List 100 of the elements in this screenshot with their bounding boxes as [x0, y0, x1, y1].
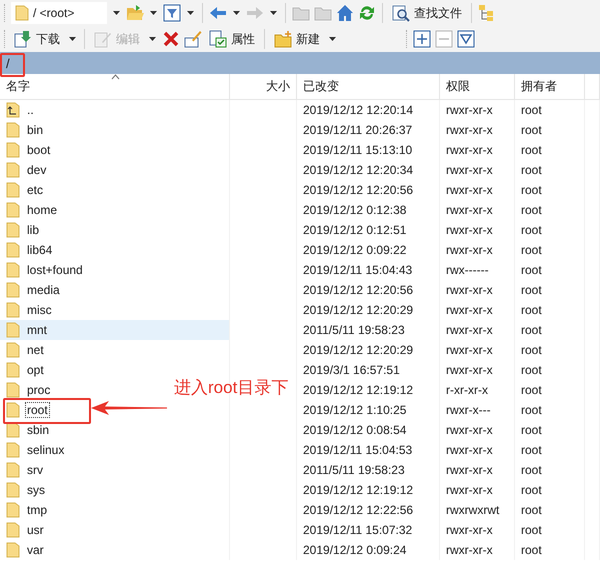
table-cell: root — [515, 400, 585, 420]
folder-icon — [6, 282, 20, 298]
table-cell: root — [515, 340, 585, 360]
caret-icon[interactable] — [69, 37, 76, 41]
table-cell: root — [515, 520, 585, 540]
file-name-cell[interactable]: net — [6, 342, 46, 358]
file-name-cell[interactable]: .. — [6, 102, 36, 118]
annotation-text: 进入root目录下 — [174, 377, 288, 399]
folder-icon — [6, 482, 20, 498]
table-cell: root — [515, 540, 585, 560]
file-name-cell[interactable]: bin — [6, 122, 46, 138]
file-name-cell[interactable]: var — [6, 542, 46, 558]
file-name-cell[interactable]: media — [6, 282, 62, 298]
table-cell: 2019/12/12 12:20:56 — [297, 180, 440, 200]
file-name-cell[interactable]: sys — [6, 482, 47, 498]
table-cell: rwxr-xr-x — [440, 440, 515, 460]
home-icon[interactable] — [336, 4, 354, 22]
caret-icon[interactable] — [187, 11, 194, 15]
plus-icon[interactable] — [413, 30, 431, 48]
table-cell: root — [515, 120, 585, 140]
file-name-cell[interactable]: usr — [6, 522, 46, 538]
table-cell: root — [515, 280, 585, 300]
table-cell: rwxr-xr-x — [440, 540, 515, 560]
back-arrow-icon[interactable] — [209, 4, 227, 22]
caret-icon[interactable] — [150, 11, 157, 15]
toolbar-button[interactable]: 属性 — [206, 28, 258, 50]
rename-icon[interactable] — [184, 30, 202, 48]
table-cell: root — [515, 500, 585, 520]
table-cell: root — [515, 380, 585, 400]
file-name-cell[interactable]: dev — [6, 162, 48, 178]
delete-icon[interactable] — [162, 30, 180, 48]
filter-icon[interactable] — [457, 30, 475, 48]
toolbar-button[interactable]: 新建 — [271, 28, 323, 50]
table-cell: rwxr-xr-x — [440, 520, 515, 540]
file-name-cell[interactable]: selinux — [6, 442, 66, 458]
properties-icon[interactable] — [209, 30, 227, 48]
table-cell: 2019/12/11 15:04:43 — [297, 260, 440, 280]
folder-icon — [6, 422, 20, 438]
file-name-cell[interactable]: proc — [6, 382, 52, 398]
table-cell: root — [515, 480, 585, 500]
parent-folder-icon — [6, 102, 20, 118]
folder-icon — [6, 142, 20, 158]
folder-icon — [6, 362, 20, 378]
table-cell: root — [515, 140, 585, 160]
refresh-icon[interactable] — [358, 4, 376, 22]
column-header[interactable]: 已改变 — [297, 74, 440, 99]
find-files-button[interactable]: 查找文件 — [389, 2, 465, 24]
tree-icon[interactable] — [478, 4, 496, 22]
folder-icon — [6, 342, 20, 358]
file-name-cell[interactable]: sbin — [6, 422, 52, 438]
filter-icon[interactable] — [163, 4, 181, 22]
address-combo[interactable]: / <root> — [11, 2, 107, 24]
caret-icon[interactable] — [329, 37, 336, 41]
current-path: / — [6, 56, 10, 70]
file-name-cell[interactable]: mnt — [6, 322, 50, 338]
table-cell: 2019/12/12 0:12:51 — [297, 220, 440, 240]
file-name-cell[interactable]: srv — [6, 462, 45, 478]
folder-icon — [6, 182, 20, 198]
table-cell: rwxrwxrwt — [440, 500, 515, 520]
column-header[interactable]: 大小 — [230, 74, 297, 99]
file-name-cell[interactable]: boot — [6, 142, 52, 158]
search-icon[interactable] — [392, 4, 410, 22]
table-cell: 2019/12/11 20:26:37 — [297, 120, 440, 140]
folder-icon — [6, 262, 20, 278]
file-name-cell[interactable]: lib64 — [6, 242, 54, 258]
table-cell: 2019/3/1 16:57:51 — [297, 360, 440, 380]
file-name-cell[interactable]: opt — [6, 362, 46, 378]
file-name-cell[interactable]: lost+found — [6, 262, 85, 278]
toolbar-button[interactable]: 下载 — [11, 28, 63, 50]
folder-icon — [6, 462, 20, 478]
file-name-cell[interactable]: tmp — [6, 502, 50, 518]
caret-icon[interactable] — [270, 11, 277, 15]
column-header[interactable]: 拥有者 — [515, 74, 585, 99]
table-cell: 2019/12/12 12:19:12 — [297, 380, 440, 400]
table-cell: rwxr-xr-x — [440, 140, 515, 160]
table-cell: 2019/12/11 15:04:53 — [297, 440, 440, 460]
table-cell: r-xr-xr-x — [440, 380, 515, 400]
caret-icon[interactable] — [233, 11, 240, 15]
file-name-cell[interactable]: etc — [6, 182, 46, 198]
table-cell: rwxr-xr-x — [440, 240, 515, 260]
column-header[interactable]: 名字 — [0, 74, 230, 99]
table-cell: rwxr-xr-x — [440, 180, 515, 200]
column-header[interactable]: 权限 — [440, 74, 515, 99]
file-name-cell[interactable]: misc — [6, 302, 54, 318]
caret-icon[interactable] — [113, 11, 120, 15]
file-name-cell[interactable]: lib — [6, 222, 42, 238]
folder-icon — [6, 302, 20, 318]
caret-icon[interactable] — [149, 37, 156, 41]
table-cell: rwxr-xr-x — [440, 460, 515, 480]
table-cell: 2019/12/12 0:12:38 — [297, 200, 440, 220]
download-icon[interactable] — [14, 30, 32, 48]
file-name-cell[interactable]: home — [6, 202, 60, 218]
table-cell: rwxr-x--- — [440, 400, 515, 420]
table-cell: rwxr-xr-x — [440, 120, 515, 140]
table-cell: 2019/12/12 12:20:29 — [297, 300, 440, 320]
table-cell: root — [515, 420, 585, 440]
folder-icon — [6, 222, 20, 238]
new-folder-icon[interactable] — [274, 30, 292, 48]
open-folder-icon[interactable] — [126, 4, 144, 22]
table-cell: 2019/12/12 12:20:14 — [297, 100, 440, 120]
